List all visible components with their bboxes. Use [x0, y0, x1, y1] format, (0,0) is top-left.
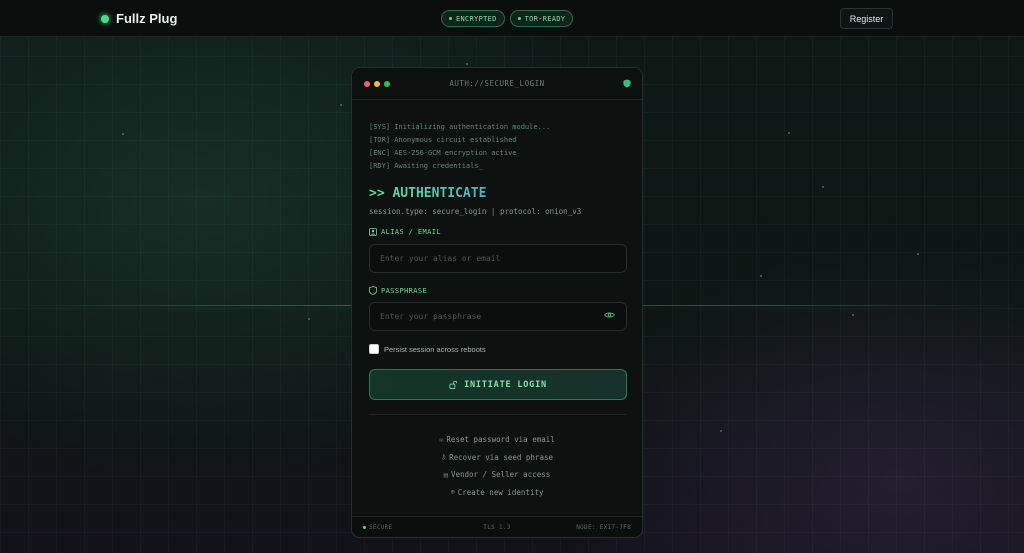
eye-icon[interactable] — [604, 311, 615, 319]
alias-label: ALIAS / EMAIL — [369, 228, 441, 236]
badge-encrypted: ENCRYPTED — [441, 10, 505, 27]
log-line: [TOR] Anonymous circuit established — [369, 136, 517, 144]
background-star — [340, 104, 342, 106]
brand[interactable]: Fullz Plug — [101, 11, 177, 26]
background-star — [122, 133, 124, 135]
top-navbar: Fullz Plug ENCRYPTED TOR-READY Register — [0, 0, 1024, 37]
dot-icon — [517, 17, 521, 20]
background-star — [852, 314, 854, 316]
key-icon: ⚷ — [441, 453, 447, 462]
card-title: AUTH://SECURE_LOGIN — [449, 79, 545, 88]
reset-password-link[interactable]: ✉ Reset password via email — [352, 431, 642, 449]
vendor-access-link[interactable]: ▤ Vendor / Seller access — [352, 466, 642, 484]
mail-icon: ✉ — [439, 435, 444, 444]
alias-email-input[interactable] — [369, 244, 627, 273]
dot-icon — [449, 17, 452, 20]
divider — [369, 414, 627, 415]
background-star — [760, 275, 762, 277]
card-footer: SECURE TLS 1.3 NODE: EXIT-7F8 — [352, 516, 642, 537]
store-icon: ▤ — [443, 470, 448, 479]
link-label: Reset password via email — [446, 435, 555, 445]
remember-label: Persist session across reboots — [384, 344, 486, 354]
create-identity-link[interactable]: ⊕ Create new identity — [352, 484, 642, 502]
background-star — [822, 186, 824, 188]
remember-checkbox[interactable] — [369, 344, 379, 354]
badge-label: ENCRYPTED — [456, 14, 497, 23]
badge-tor-ready: TOR-READY — [509, 10, 574, 27]
background-star — [720, 430, 722, 432]
register-button[interactable]: Register — [840, 8, 893, 29]
passphrase-label: PASSPHRASE — [369, 286, 427, 295]
security-badges: ENCRYPTED TOR-READY — [441, 10, 574, 27]
remember-session[interactable]: Persist session across reboots — [369, 344, 486, 354]
seed-recovery-link[interactable]: ⚷ Recover via seed phrase — [352, 449, 642, 467]
card-header: AUTH://SECURE_LOGIN — [352, 68, 642, 100]
background-star — [917, 253, 919, 255]
shield-icon — [623, 79, 631, 88]
log-line: [RDY] Awaiting credentials_ — [369, 162, 483, 170]
page-title: >> AUTHENTICATE — [369, 186, 487, 201]
passphrase-label-text: PASSPHRASE — [381, 286, 428, 295]
session-info: session.type: secure_login | protocol: o… — [369, 207, 582, 216]
background-star — [788, 132, 790, 134]
brand-name: Fullz Plug — [116, 11, 178, 26]
terminal-log: [SYS] Initializing authentication module… — [369, 121, 550, 173]
background-star — [466, 63, 468, 65]
auth-links: ✉ Reset password via email ⚷ Recover via… — [352, 431, 642, 501]
unlock-icon — [449, 380, 458, 389]
badge-label: TOR-READY — [524, 14, 566, 23]
shield-icon — [369, 286, 377, 295]
link-label: Create new identity — [457, 487, 544, 497]
link-label: Vendor / Seller access — [450, 470, 551, 480]
background-star — [308, 318, 310, 320]
status-dot-icon — [101, 14, 109, 23]
log-line: [ENC] AES-256-GCM encryption active — [369, 149, 517, 157]
link-label: Recover via seed phrase — [449, 452, 553, 462]
passphrase-input[interactable] — [369, 302, 627, 331]
node-id: NODE: EXIT-7F8 — [576, 524, 631, 531]
plus-circle-icon: ⊕ — [450, 488, 455, 497]
user-icon — [369, 228, 377, 236]
login-card: AUTH://SECURE_LOGIN [SYS] Initializing a… — [351, 67, 643, 538]
alias-label-text: ALIAS / EMAIL — [381, 228, 441, 236]
login-button[interactable]: INITIATE LOGIN — [369, 369, 627, 400]
login-button-label: INITIATE LOGIN — [464, 379, 547, 390]
log-line: [SYS] Initializing authentication module… — [369, 123, 551, 131]
